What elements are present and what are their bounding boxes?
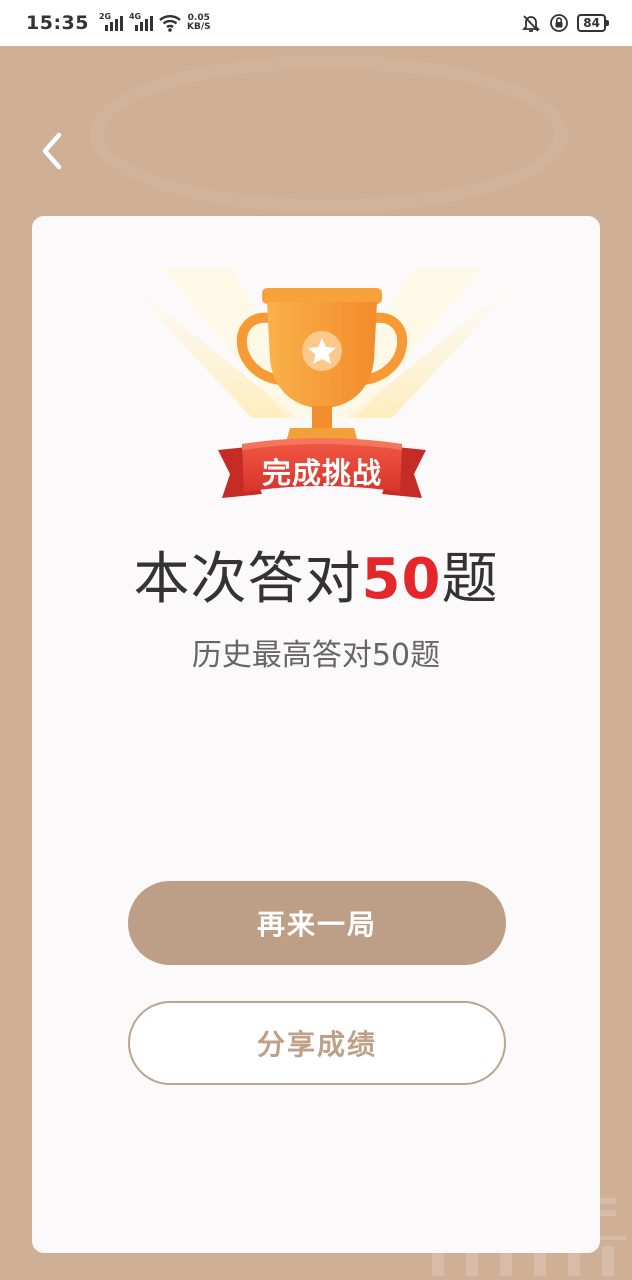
chevron-left-icon bbox=[42, 132, 62, 170]
background-decoration bbox=[90, 55, 568, 213]
rotation-lock-icon bbox=[550, 14, 569, 32]
best-score-text: 历史最高答对50题 bbox=[191, 638, 441, 673]
score-title: 本次答对50题 bbox=[32, 534, 600, 615]
wifi-icon bbox=[159, 15, 181, 32]
result-card: 完成挑战 本次答对50题 历史最高答对50题 再来一局 分享成绩 bbox=[32, 216, 600, 1253]
bell-muted-icon bbox=[522, 15, 541, 32]
network-speed-unit: KB/S bbox=[186, 22, 211, 32]
badge-label: 完成挑战 bbox=[261, 456, 382, 490]
score-prefix: 本次答对 bbox=[133, 547, 362, 612]
trophy-badge: 完成挑战 bbox=[112, 268, 532, 508]
signal-icon: 2G bbox=[99, 12, 123, 33]
screen: 15:35 2G 4G 0.05 KB/S 84 完成挑战 本次答对50题 历史… bbox=[0, 0, 632, 1280]
status-bar: 15:35 2G 4G 0.05 KB/S 84 bbox=[0, 0, 632, 46]
score-suffix: 题 bbox=[441, 547, 499, 612]
back-button[interactable] bbox=[30, 125, 78, 177]
signal-icon: 4G bbox=[129, 12, 153, 33]
battery-icon: 84 bbox=[577, 14, 609, 32]
share-score-button[interactable]: 分享成绩 bbox=[128, 1001, 506, 1085]
score-number: 50 bbox=[361, 547, 442, 612]
watermark-logo bbox=[426, 1198, 626, 1276]
status-network-icons: 2G 4G 0.05 KB/S bbox=[99, 12, 211, 33]
status-right-icons: 84 bbox=[521, 13, 609, 33]
status-time: 15:35 bbox=[26, 12, 89, 34]
network-speed: 0.05 KB/S bbox=[187, 14, 211, 32]
play-again-button[interactable]: 再来一局 bbox=[128, 881, 506, 965]
